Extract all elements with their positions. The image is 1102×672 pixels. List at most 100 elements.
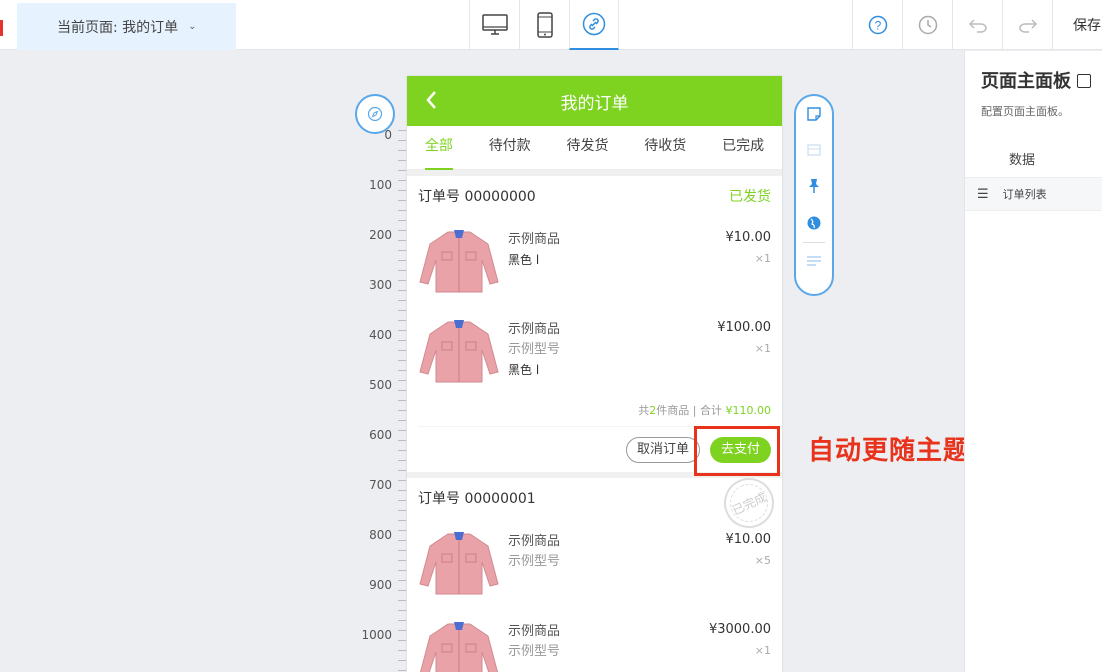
order-header: 订单号 00000000 已发货 (418, 176, 771, 216)
help-button[interactable]: ? (852, 0, 902, 50)
order-item[interactable]: 示例商品 示例型号 ¥10.00 ×5 (418, 518, 771, 608)
link-view-button[interactable] (569, 0, 619, 50)
ruler-ticks (398, 130, 406, 672)
tab-pending-receipt[interactable]: 待收货 (644, 126, 686, 170)
panel-description: 配置页面主面板。 (981, 105, 1069, 118)
redo-icon (1018, 19, 1037, 33)
cancel-order-button[interactable]: 取消订单 (625, 436, 700, 463)
product-jacket-image (420, 622, 498, 672)
ruler-label: 400 (369, 328, 392, 342)
pin-icon[interactable] (807, 178, 821, 194)
item-name: 示例商品 (508, 624, 561, 639)
globe-icon[interactable] (806, 215, 822, 231)
item-info: 示例商品 示例型号 黑色 l (508, 320, 560, 396)
desktop-view-button[interactable] (469, 0, 519, 50)
drag-handle-icon[interactable]: ☰ (977, 187, 989, 202)
page-selector-label: 当前页面: 我的订单 (57, 19, 179, 36)
annotation-text: 自动更随主题 (808, 436, 971, 466)
item-color: 黑色 l (508, 253, 540, 267)
ruler-label: 200 (369, 228, 392, 242)
item-quantity: ×5 (754, 554, 771, 567)
undo-icon (968, 19, 987, 33)
ruler-label: 500 (369, 378, 392, 392)
order-card[interactable]: 已完成 订单号 00000001 示例商品 示例型号 ¥10.00 ×5 示例商… (407, 469, 782, 672)
phone-title: 我的订单 (560, 93, 629, 114)
chevron-down-icon: ⌄ (188, 21, 197, 32)
page-selector[interactable]: 当前页面: 我的订单 ⌄ (17, 3, 236, 50)
item-price: ¥100.00 (717, 320, 771, 335)
ruler-label: 800 (369, 528, 392, 542)
order-number: 订单号 00000000 (418, 189, 536, 205)
ruler-label: 100 (369, 178, 392, 192)
item-spec: 示例型号 (508, 554, 561, 569)
undo-button[interactable] (952, 0, 1002, 50)
toolbar-separator (803, 242, 825, 243)
link-icon (582, 12, 606, 36)
order-summary: 共2件商品 | 合计 ¥110.00 (418, 396, 771, 426)
right-toolbar: ? 保存 (852, 0, 1102, 50)
item-name: 示例商品 (508, 534, 561, 549)
item-name: 示例商品 (508, 322, 561, 337)
ruler-label: 1000 (361, 628, 392, 642)
tab-pending-payment[interactable]: 待付款 (489, 126, 531, 170)
item-quantity: ×1 (754, 342, 771, 355)
order-item[interactable]: 示例商品 黑色 l ¥10.00 ×1 (418, 216, 771, 306)
image-icon[interactable] (806, 143, 822, 157)
order-number: 订单号 00000001 (418, 491, 536, 507)
highlight-box (694, 426, 780, 476)
note-icon[interactable] (806, 106, 822, 122)
item-color: 黑色 l (508, 363, 540, 377)
item-info: 示例商品 黑色 l (508, 230, 560, 306)
edit-box-icon[interactable] (1077, 74, 1091, 88)
history-button[interactable] (902, 0, 952, 50)
item-price: ¥10.00 (725, 532, 772, 547)
panel-section-data: 数据 (1009, 153, 1036, 168)
back-arrow-icon[interactable] (425, 90, 437, 110)
ruler-label: 300 (369, 278, 392, 292)
phone-header: 我的订单 (407, 76, 782, 126)
top-bar: 当前页面: 我的订单 ⌄ ? 保存 (0, 0, 1102, 50)
desktop-icon (481, 14, 508, 35)
item-spec: 示例型号 (508, 644, 561, 659)
vertical-ruler: 0 100 200 300 400 500 600 700 800 900 10… (358, 128, 406, 672)
mobile-view-button[interactable] (519, 0, 569, 50)
save-button[interactable]: 保存 (1052, 0, 1102, 50)
tab-pending-shipment[interactable]: 待发货 (566, 126, 608, 170)
ruler-label: 900 (369, 578, 392, 592)
red-edge-marker (0, 20, 3, 36)
product-jacket-image (419, 230, 499, 293)
tab-all[interactable]: 全部 (424, 126, 453, 170)
order-tabs: 全部 待付款 待发货 待收货 已完成 (407, 126, 782, 170)
properties-panel: 页面主面板 配置页面主面板。 数据 ☰ 订单列表 (964, 51, 1102, 672)
panel-title: 页面主面板 (981, 67, 1091, 93)
phone-preview: 我的订单 全部 待付款 待发货 待收货 已完成 订单号 00000000 已发货… (407, 76, 782, 672)
order-item[interactable]: 示例商品 示例型号 ¥3000.00 ×1 (418, 608, 771, 672)
summary-mid: 件商品 | 合计 (656, 404, 722, 417)
mobile-icon (536, 12, 553, 38)
item-price: ¥3000.00 (708, 622, 771, 637)
order-item[interactable]: 示例商品 示例型号 黑色 l ¥100.00 ×1 (418, 306, 771, 396)
product-jacket-image (419, 320, 499, 383)
tab-completed[interactable]: 已完成 (722, 126, 764, 170)
redo-button[interactable] (1002, 0, 1052, 50)
item-price: ¥10.00 (725, 230, 772, 245)
panel-row-label: 订单列表 (1002, 188, 1047, 201)
ruler-label: 0 (384, 128, 392, 142)
svg-text:?: ? (874, 19, 881, 33)
panel-title-text: 页面主面板 (981, 71, 1071, 92)
summary-prefix: 共 (638, 404, 650, 417)
item-quantity: ×1 (754, 252, 771, 265)
order-status: 已发货 (729, 189, 771, 205)
panel-row-order-list[interactable]: ☰ 订单列表 (965, 177, 1102, 211)
help-icon: ? (868, 15, 887, 35)
history-icon (918, 15, 937, 35)
list-icon[interactable] (806, 254, 822, 268)
side-toolbar (794, 94, 834, 296)
item-spec: 示例型号 (508, 342, 561, 357)
item-info: 示例商品 示例型号 (508, 622, 560, 672)
item-quantity: ×1 (754, 644, 771, 657)
item-info: 示例商品 示例型号 (508, 532, 560, 608)
item-name: 示例商品 (508, 232, 561, 247)
ruler-label: 600 (369, 428, 392, 442)
device-switcher (469, 0, 619, 50)
